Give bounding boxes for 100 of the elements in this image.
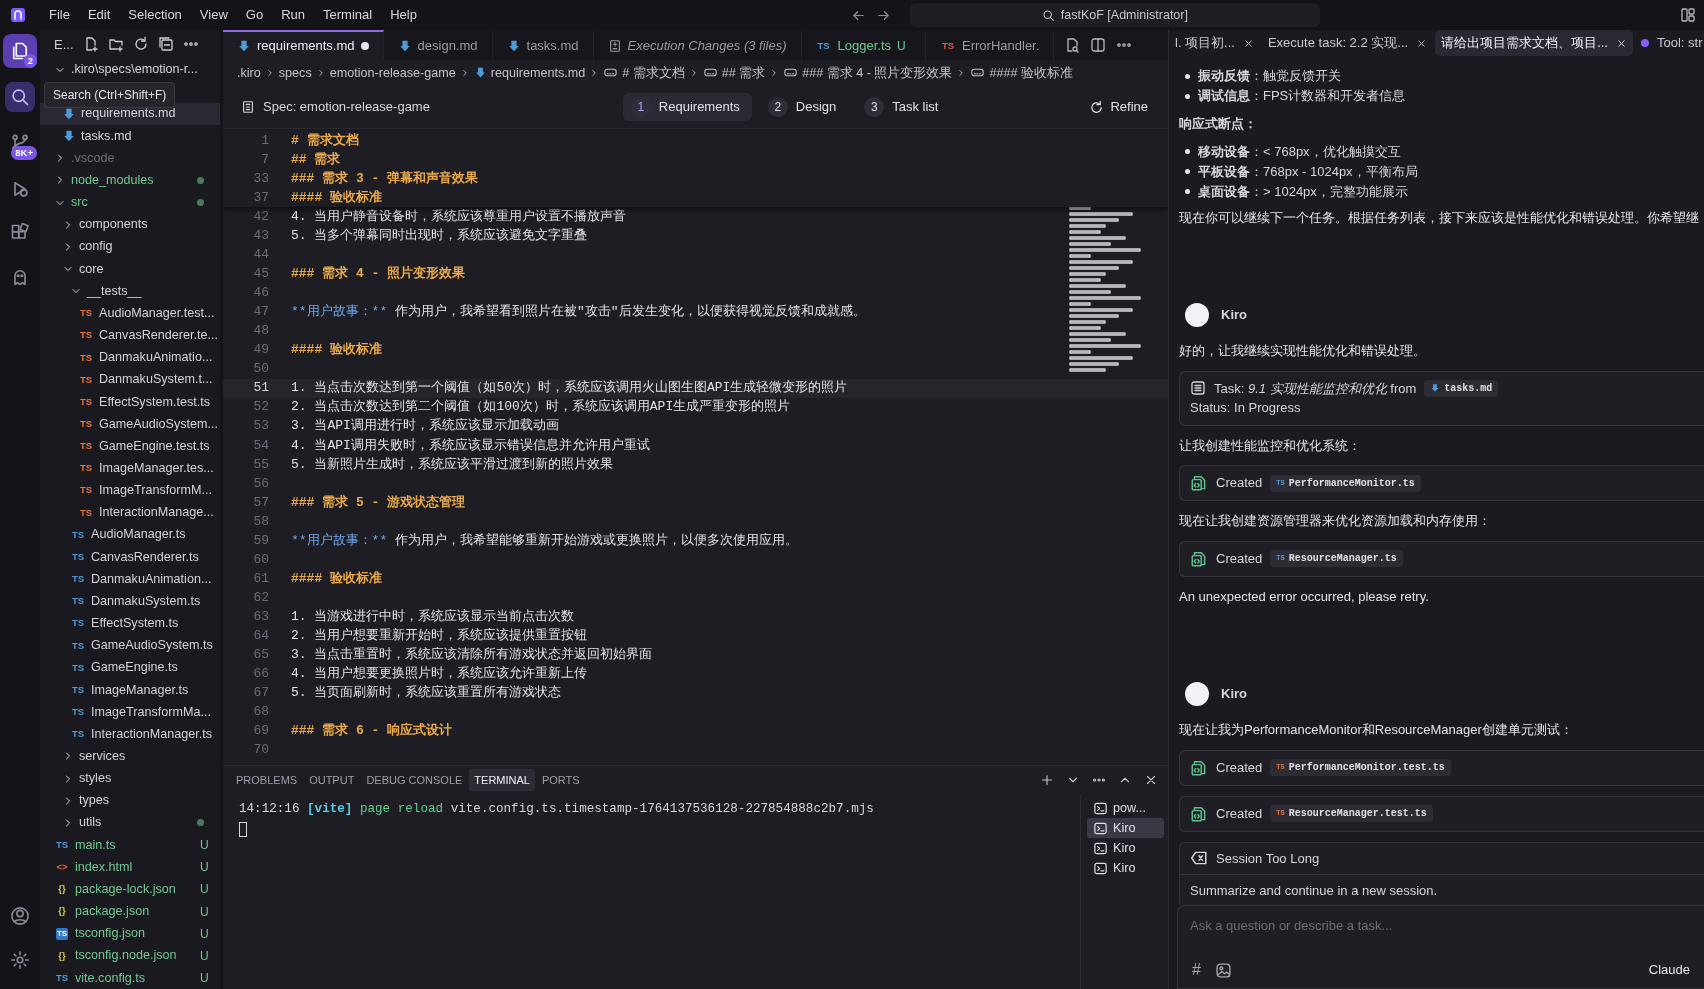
model-selector[interactable]: Claude — [1644, 960, 1694, 980]
tree-item[interactable]: node_modules — [40, 169, 220, 192]
editor-tab[interactable]: design.md — [383, 30, 493, 60]
tree-item[interactable]: TS tsconfig.json U — [40, 922, 220, 945]
list-item: 振动反馈：触觉反馈开关 — [1198, 67, 1341, 86]
terminal-item[interactable]: Kiro — [1087, 858, 1164, 878]
command-center[interactable]: fastKoF [Administrator] — [909, 3, 1320, 27]
tree-item[interactable]: TS GameEngine.ts — [40, 656, 220, 679]
tree-item[interactable]: components — [40, 213, 220, 236]
menu-item[interactable]: Selection — [119, 5, 191, 25]
tree-item[interactable]: config — [40, 235, 220, 258]
tree-item[interactable]: tasks.md — [40, 125, 220, 148]
tree-item[interactable]: utils — [40, 811, 220, 834]
tree-item[interactable]: .kiro\specs\emotion-r... — [40, 58, 220, 81]
tree-item[interactable]: TS ImageManager.tes... — [40, 457, 220, 480]
close-icon[interactable] — [1242, 37, 1254, 49]
file-chip[interactable]: tasks.md — [1424, 379, 1499, 397]
terminal-item[interactable]: Kiro — [1087, 838, 1164, 858]
tree-item[interactable]: TS DanmakuSystem.t... — [40, 368, 220, 391]
tree-item[interactable]: __tests__ — [40, 280, 220, 303]
search-tab[interactable] — [5, 82, 35, 112]
chat-input[interactable]: Ask a question or describe a task... # Claude — [1177, 905, 1704, 989]
editor-tab[interactable]: Execution Changes (3 files) — [593, 30, 802, 60]
breadcrumb-item[interactable]: emotion-release-game — [329, 63, 456, 83]
panel-tab[interactable]: PORTS — [536, 768, 585, 792]
tree-item[interactable]: services — [40, 745, 220, 768]
tree-item[interactable]: TS DanmakuSystem.ts — [40, 590, 220, 613]
chat-tab[interactable]: 请给出项目需求文档、项目... — [1435, 30, 1633, 56]
menu-item[interactable]: Go — [236, 5, 273, 25]
panel-tab[interactable]: TERMINAL — [469, 768, 535, 792]
menu-item[interactable]: View — [190, 5, 237, 25]
tree-item[interactable]: TS DanmakuAnimation... — [40, 568, 220, 591]
tree-item[interactable]: TS InteractionManager.ts — [40, 723, 220, 746]
tree-item[interactable]: TS GameEngine.test.ts — [40, 435, 220, 458]
breadcrumb-item[interactable]: # 需求文档 — [603, 63, 685, 83]
tree-item[interactable]: TS ImageTransformMa... — [40, 701, 220, 724]
close-icon[interactable] — [1416, 37, 1428, 49]
step-tab[interactable]: 1 Requirements — [622, 93, 752, 121]
editor-tab[interactable]: requirements.md — [223, 30, 384, 60]
tree-item[interactable]: TS EffectSystem.ts — [40, 612, 220, 635]
menu-item[interactable]: Help — [381, 5, 426, 25]
context-button[interactable]: # — [1188, 958, 1205, 982]
breadcrumb-item[interactable]: .kiro — [237, 63, 261, 83]
split-editor-icon[interactable] — [1090, 37, 1107, 53]
step-tab[interactable]: 3 Task list — [856, 93, 951, 121]
panel-tab[interactable]: DEBUG CONSOLE — [361, 768, 468, 792]
tree-item[interactable]: {} tsconfig.node.json U — [40, 944, 220, 967]
layout-icon[interactable] — [1680, 7, 1696, 23]
tree-item[interactable]: styles — [40, 767, 220, 790]
tree-item[interactable]: {} package-lock.json U — [40, 878, 220, 901]
tree-item[interactable]: TS CanvasRenderer.ts — [40, 546, 220, 569]
tree-item[interactable]: TS AudioManager.ts — [40, 523, 220, 546]
editor-tab[interactable]: tasks.md — [492, 30, 594, 60]
breadcrumb-item[interactable]: requirements.md — [473, 63, 586, 83]
tree-item[interactable]: TS main.ts U — [40, 834, 220, 857]
terminal-item[interactable]: pow... — [1087, 798, 1164, 818]
chat-tab[interactable]: Execute task: 2.2 实现... — [1261, 30, 1434, 56]
tree-item[interactable]: TS DanmakuAnimatio... — [40, 346, 220, 369]
tree-item[interactable]: src — [40, 191, 220, 214]
breadcrumb-item[interactable]: #### 验收标准 — [970, 63, 1073, 83]
tree-item[interactable]: types — [40, 789, 220, 812]
menu-item[interactable]: File — [40, 5, 79, 25]
tree-item[interactable]: TS AudioManager.test... — [40, 302, 220, 325]
menu-item[interactable]: Run — [272, 5, 314, 25]
menu-item[interactable]: Edit — [78, 5, 120, 25]
image-icon[interactable] — [1214, 961, 1232, 979]
tree-item[interactable]: TS InteractionManage... — [40, 501, 220, 524]
step-tab[interactable]: 2 Design — [759, 93, 849, 121]
tree-item[interactable]: TS GameAudioSystem... — [40, 413, 220, 436]
chat-tab[interactable]: l. 项目初... — [1169, 30, 1260, 56]
document-search-icon[interactable] — [1064, 37, 1081, 53]
panel-tab[interactable]: OUTPUT — [304, 768, 360, 792]
close-icon[interactable] — [1615, 37, 1627, 49]
breadcrumb-item[interactable]: ### 需求 4 - 照片变形效果 — [783, 63, 953, 83]
panel-tab[interactable]: PROBLEMS — [231, 768, 303, 792]
tree-item[interactable]: TS ImageManager.ts — [40, 678, 220, 702]
list-item: 平板设备：768px - 1024px，平衡布局 — [1198, 162, 1418, 181]
close-icon[interactable] — [1144, 773, 1158, 787]
new-folder-icon[interactable] — [107, 36, 124, 53]
plus-icon[interactable] — [1040, 773, 1054, 787]
menu-item[interactable]: Terminal — [314, 5, 382, 25]
explorer-tab[interactable]: 2 — [3, 34, 37, 68]
refresh-icon[interactable] — [132, 36, 149, 53]
breadcrumb-item[interactable]: ## 需求 — [702, 63, 766, 83]
tree-item[interactable]: TS vite.config.ts U — [40, 966, 220, 989]
editor-tab[interactable]: TS ErrorHandler. — [926, 30, 1055, 60]
breadcrumb-item[interactable]: specs — [278, 63, 312, 83]
tree-item[interactable]: core — [40, 257, 220, 281]
tree-item[interactable]: TS CanvasRenderer.te... — [40, 324, 220, 347]
terminal-item[interactable]: Kiro — [1087, 818, 1164, 838]
tree-item[interactable]: {} package.json U — [40, 900, 220, 923]
tree-item[interactable]: TS ImageTransformM... — [40, 479, 220, 502]
tree-item[interactable]: <> index.html U — [40, 856, 220, 879]
chat-tab[interactable]: Tool: str — [1634, 30, 1704, 56]
source-control-tab[interactable]: 8K+ — [3, 126, 37, 160]
editor-tab[interactable]: TS Logger.ts U — [801, 30, 927, 60]
collapse-icon[interactable] — [157, 36, 174, 53]
tree-item[interactable]: TS EffectSystem.test.ts — [40, 390, 220, 414]
tree-item[interactable]: TS GameAudioSystem.ts — [40, 634, 220, 657]
refine-button[interactable]: Refine — [1083, 96, 1154, 118]
